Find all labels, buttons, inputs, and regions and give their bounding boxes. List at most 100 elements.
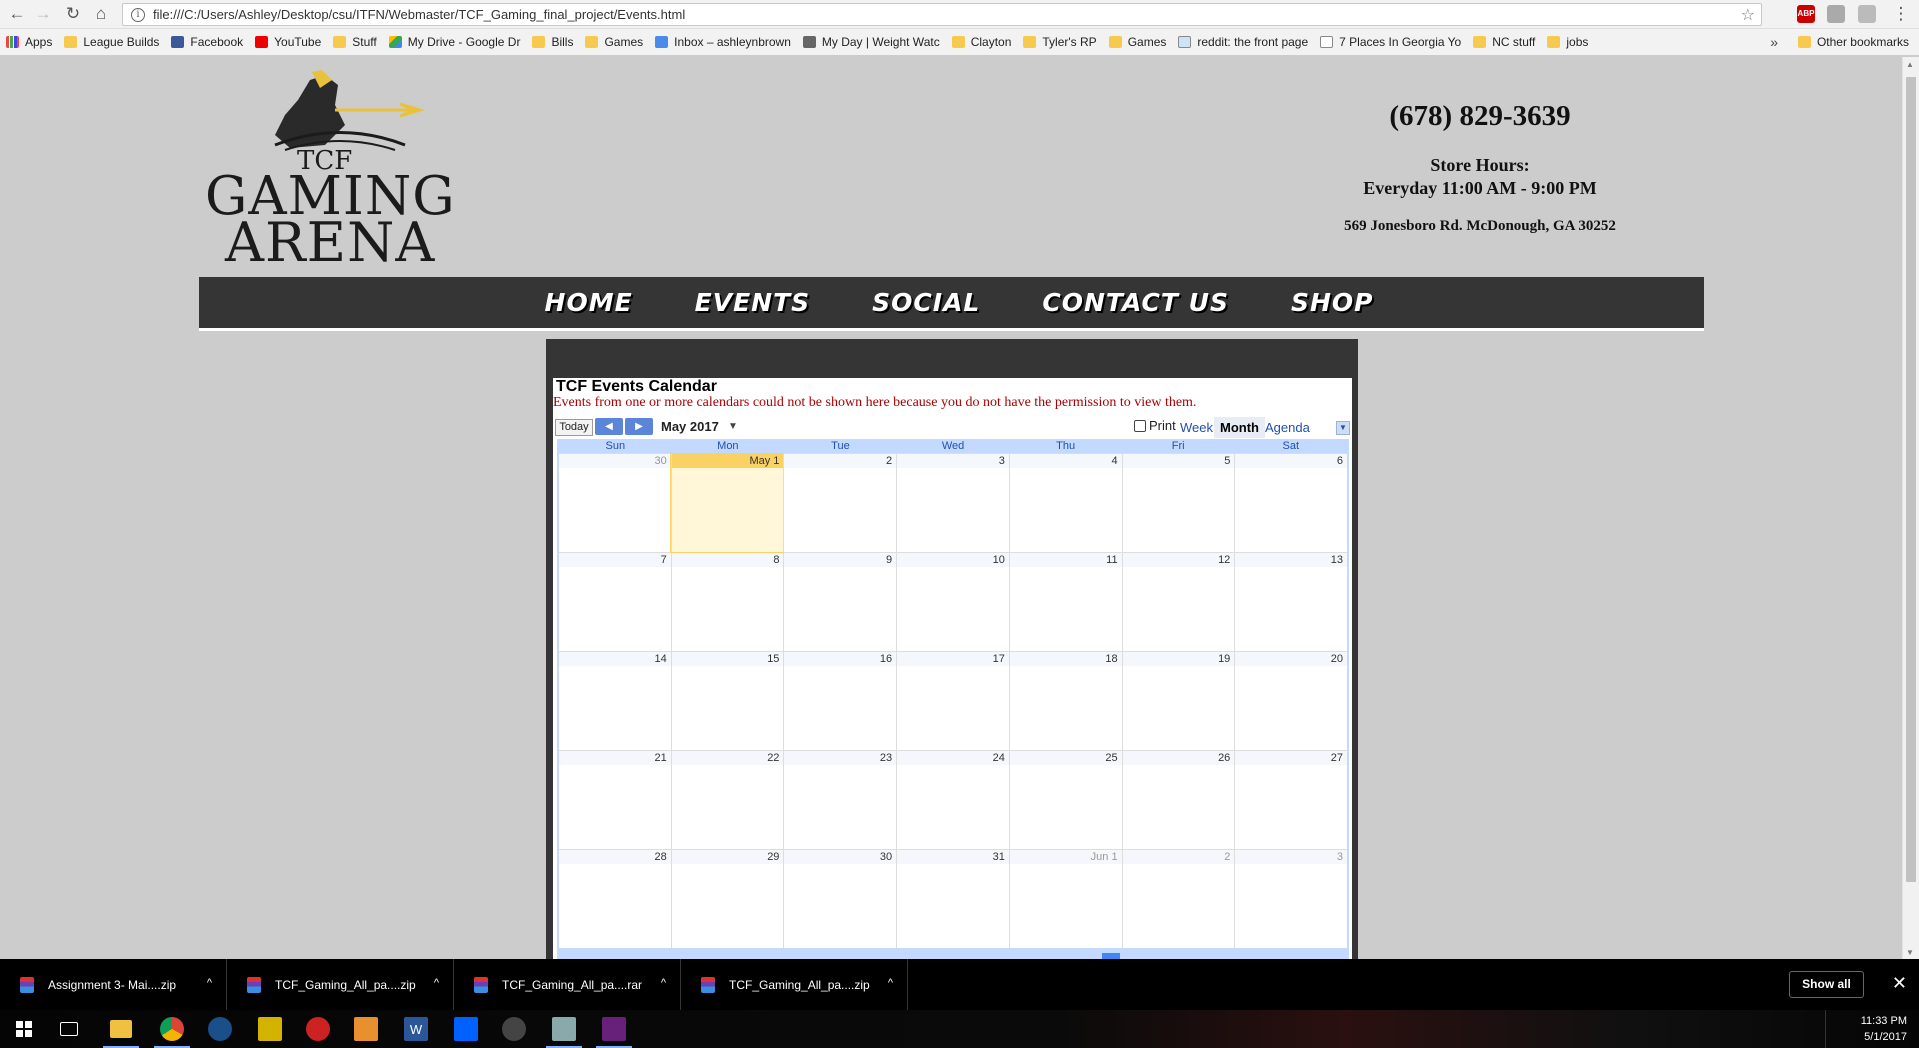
menu-icon[interactable]: ⋮ xyxy=(1888,1,1914,27)
current-month[interactable]: May 2017 xyxy=(661,419,719,434)
tab-week[interactable]: Week xyxy=(1174,417,1219,438)
other-bookmarks[interactable]: Other bookmarks xyxy=(1797,35,1909,49)
day-cell[interactable]: 7 xyxy=(559,553,671,651)
nav-home[interactable]: HOME xyxy=(545,288,633,317)
windows-start-icon[interactable] xyxy=(12,1017,36,1041)
day-cell[interactable]: 24 xyxy=(896,751,1009,849)
day-cell-today[interactable]: May 1 xyxy=(669,453,785,553)
chevron-up-icon[interactable]: ^ xyxy=(661,977,666,989)
day-cell[interactable]: 3 xyxy=(896,454,1009,552)
address-bar[interactable]: i file:///C:/Users/Ashley/Desktop/csu/IT… xyxy=(122,3,1762,26)
nav-contact-us[interactable]: CONTACT US xyxy=(1042,288,1229,317)
tab-agenda[interactable]: Agenda xyxy=(1259,417,1316,438)
info-icon[interactable]: i xyxy=(131,7,145,22)
day-cell[interactable]: 25 xyxy=(1008,751,1122,849)
chevron-up-icon[interactable]: ^ xyxy=(888,977,893,989)
steam-icon[interactable] xyxy=(208,1017,232,1041)
day-cell[interactable]: Jun 1 xyxy=(1008,850,1122,948)
day-cell[interactable]: 28 xyxy=(559,850,671,948)
day-cell[interactable]: 19 xyxy=(1121,652,1235,750)
back-icon[interactable]: ← xyxy=(4,1,30,27)
show-all-downloads-button[interactable]: Show all xyxy=(1789,971,1864,998)
download-item[interactable]: TCF_Gaming_All_pa....zip ^ xyxy=(681,959,908,1010)
bookmark-youtube[interactable]: YouTube xyxy=(255,35,321,49)
bookmark-apps[interactable]: Apps xyxy=(6,35,52,49)
bookmark-inbox[interactable]: Inbox – ashleynbrown xyxy=(655,35,791,49)
day-cell[interactable]: 30 xyxy=(783,850,897,948)
bookmark-bills[interactable]: Bills xyxy=(532,35,573,49)
day-cell[interactable]: 16 xyxy=(783,652,897,750)
day-cell[interactable]: 6 xyxy=(1234,454,1348,552)
day-cell[interactable]: 13 xyxy=(1234,553,1348,651)
chevron-down-icon[interactable]: ▼ xyxy=(728,421,738,432)
chevron-down-icon[interactable]: ▼ xyxy=(1336,421,1350,435)
league-launcher-icon[interactable] xyxy=(354,1017,378,1041)
chevron-up-icon[interactable]: ^ xyxy=(434,977,439,989)
page-scrollbar[interactable]: ▲ ▼ xyxy=(1902,57,1919,959)
close-icon[interactable]: ✕ xyxy=(1892,973,1907,994)
reload-icon[interactable]: ↻ xyxy=(60,1,86,27)
day-cell[interactable]: 15 xyxy=(670,652,784,750)
bookmark-clayton[interactable]: Clayton xyxy=(951,35,1011,49)
day-cell[interactable]: 3 xyxy=(1234,850,1348,948)
bookmark-tylers-rp[interactable]: Tyler's RP xyxy=(1023,35,1097,49)
day-cell[interactable]: 30 xyxy=(559,454,671,552)
bookmark-reddit[interactable]: reddit: the front page xyxy=(1178,35,1308,49)
day-cell[interactable]: 17 xyxy=(896,652,1009,750)
today-button[interactable]: Today xyxy=(555,419,593,436)
day-cell[interactable]: 20 xyxy=(1234,652,1348,750)
day-cell[interactable]: 23 xyxy=(783,751,897,849)
bookmark-google-drive[interactable]: My Drive - Google Dr xyxy=(388,35,520,49)
site-logo[interactable]: TCF GAMING ARENA xyxy=(205,70,455,270)
obs-icon[interactable] xyxy=(502,1017,526,1041)
print-button[interactable]: Print xyxy=(1134,418,1176,433)
day-cell[interactable]: 27 xyxy=(1234,751,1348,849)
bookmark-nc-stuff[interactable]: NC stuff xyxy=(1473,35,1535,49)
download-item[interactable]: Assignment 3- Mai....zip ^ xyxy=(0,959,227,1010)
day-cell[interactable]: 14 xyxy=(559,652,671,750)
day-cell[interactable]: 10 xyxy=(896,553,1009,651)
day-cell[interactable]: 8 xyxy=(670,553,784,651)
day-cell[interactable]: 5 xyxy=(1121,454,1235,552)
day-cell[interactable]: 11 xyxy=(1008,553,1122,651)
day-cell[interactable]: 2 xyxy=(1121,850,1235,948)
day-cell[interactable]: 22 xyxy=(670,751,784,849)
download-item[interactable]: TCF_Gaming_All_pa....rar ^ xyxy=(454,959,681,1010)
forward-icon[interactable]: → xyxy=(30,1,56,27)
scroll-up-icon[interactable]: ▲ xyxy=(1906,60,1914,69)
home-icon[interactable]: ⌂ xyxy=(88,1,114,27)
scroll-thumb[interactable] xyxy=(1906,77,1916,882)
bookmark-star-icon[interactable]: ☆ xyxy=(1741,5,1755,25)
nav-social[interactable]: SOCIAL xyxy=(872,288,980,317)
bookmark-games[interactable]: Games xyxy=(585,35,643,49)
bookmark-facebook[interactable]: Facebook xyxy=(171,35,243,49)
day-cell[interactable]: 9 xyxy=(783,553,897,651)
chrome-icon[interactable] xyxy=(160,1017,184,1041)
bookmark-stuff[interactable]: Stuff xyxy=(333,35,377,49)
file-explorer-icon[interactable] xyxy=(110,1020,132,1038)
bookmark-games-2[interactable]: Games xyxy=(1108,35,1166,49)
day-cell[interactable]: 26 xyxy=(1121,751,1235,849)
pdf-extension-icon[interactable] xyxy=(1858,5,1876,23)
game-client-icon[interactable] xyxy=(306,1017,330,1041)
bookmark-places-georgia[interactable]: 7 Places In Georgia Yo xyxy=(1320,35,1461,49)
media-app-icon[interactable] xyxy=(258,1017,282,1041)
download-item[interactable]: TCF_Gaming_All_pa....zip ^ xyxy=(227,959,454,1010)
day-cell[interactable]: 29 xyxy=(670,850,784,948)
word-icon[interactable]: W xyxy=(404,1017,428,1041)
nav-shop[interactable]: SHOP xyxy=(1291,288,1374,317)
day-cell[interactable]: 21 xyxy=(559,751,671,849)
bookmarks-overflow-icon[interactable]: » xyxy=(1770,34,1778,50)
system-clock[interactable]: 11:33 PM 5/1/2017 xyxy=(1861,1013,1907,1045)
bookmark-jobs[interactable]: jobs xyxy=(1547,35,1588,49)
task-view-icon[interactable] xyxy=(60,1022,78,1036)
photos-icon[interactable] xyxy=(552,1017,576,1041)
visual-studio-icon[interactable] xyxy=(602,1017,626,1041)
day-cell[interactable]: 18 xyxy=(1008,652,1122,750)
next-month-icon[interactable]: ▶ xyxy=(625,418,653,435)
nav-events[interactable]: EVENTS xyxy=(695,288,811,317)
scroll-down-icon[interactable]: ▼ xyxy=(1906,948,1914,957)
day-cell[interactable]: 31 xyxy=(896,850,1009,948)
tab-month[interactable]: Month xyxy=(1214,417,1265,438)
day-cell[interactable]: 12 xyxy=(1121,553,1235,651)
